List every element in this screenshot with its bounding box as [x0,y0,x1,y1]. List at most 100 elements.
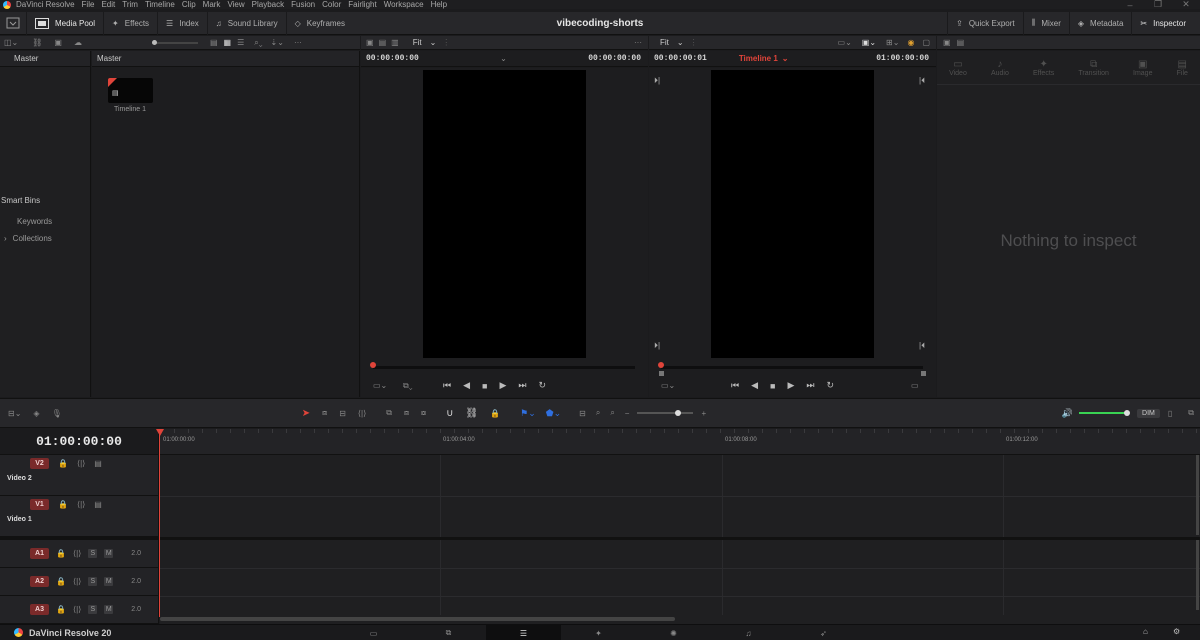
track-visibility-icon[interactable]: ▤ [94,459,102,468]
mute-button[interactable]: M [104,549,114,558]
menu-fairlight[interactable]: Fairlight [348,0,376,9]
playhead-head[interactable] [156,429,164,436]
timeline-playhead-marker[interactable] [658,362,664,368]
zoom-full-icon[interactable]: ⊟ [579,409,586,418]
skip-to-start-icon[interactable]: ⏮ [731,380,739,391]
menu-file[interactable]: File [82,0,95,9]
tab-file[interactable]: ▤ File [1177,59,1188,77]
track-header-v2[interactable]: V2 🔒 ⟨|⟩ ▤ Video 2 [0,455,158,496]
go-to-last-frame-icon[interactable]: |⏴ [919,76,925,86]
go-to-last-frame-bottom-icon[interactable]: |⏴ [919,341,925,351]
transform-icon[interactable]: ⊞⌄ [886,38,899,47]
position-lock-icon[interactable]: 🔒 [490,409,500,418]
menu-color[interactable]: Color [322,0,341,9]
index-button[interactable]: ☰ Index [158,11,208,35]
home-icon[interactable]: ⌂ [1143,627,1148,636]
film-strip-icon[interactable]: ▤ [957,38,965,47]
sort-icon[interactable]: ⇣⌄ [271,38,284,47]
inspector-button[interactable]: ✂ Inspector [1132,12,1200,35]
smart-bin-keywords[interactable]: Keywords [17,217,52,226]
solo-button[interactable]: S [88,577,98,586]
track-badge-v1[interactable]: V1 [30,499,49,510]
track-visibility-icon[interactable]: ▤ [94,500,102,509]
page-edit[interactable]: ☰ [486,625,561,640]
menu-help[interactable]: Help [431,0,447,9]
view-mode-icon[interactable]: ▭⌄ [661,381,675,390]
volume-slider-knob[interactable] [1124,410,1131,416]
zoom-detail-icon[interactable]: ⌕ [596,408,600,418]
timeline-zoom-dropdown[interactable]: Fit ⌄ [660,38,684,47]
metadata-button[interactable]: ◈ Metadata [1070,11,1133,35]
image-view-icon[interactable]: ▣ [366,38,374,47]
lock-icon[interactable]: 🔒 [58,459,68,468]
menu-playback[interactable]: Playback [252,0,284,9]
dim-button[interactable]: DIM [1137,408,1160,418]
skip-to-end-icon[interactable]: ⏭ [806,380,814,391]
zoom-custom-icon[interactable]: ⌕ [610,408,614,418]
auto-select-icon[interactable]: ⟨|⟩ [77,500,85,509]
track-badge-a1[interactable]: A1 [30,548,49,559]
source-playhead[interactable] [370,362,376,368]
cloud-icon[interactable]: ☁ [74,38,82,47]
stop-icon[interactable]: ■ [770,381,775,391]
safe-area-icon[interactable]: ▢ [922,38,930,47]
screen-icon[interactable]: ▭⌄ [838,38,852,47]
page-cut[interactable]: ⧉ [411,625,486,640]
chevron-down-icon[interactable]: ⌄ [419,54,588,63]
lock-icon[interactable]: 🔒 [56,605,66,614]
media-pool-button[interactable]: Media Pool [27,11,105,35]
linked-selection-icon[interactable]: ⛓ [465,408,478,419]
go-to-first-frame-bottom-icon[interactable]: ⏵| [654,341,660,351]
source-scrubber[interactable] [373,366,635,369]
stop-icon[interactable]: ■ [482,381,487,391]
auto-select-icon[interactable]: ⟨|⟩ [73,549,81,558]
effects-overlay-icon[interactable]: ◉ [907,38,914,47]
source-video-frame[interactable] [423,70,586,358]
slider-knob[interactable] [151,39,157,45]
image-view-icon[interactable]: ▣ [943,38,951,47]
tab-audio[interactable]: ♪ Audio [991,59,1009,77]
timeline-video-frame[interactable] [711,70,874,358]
snapping-icon[interactable]: ∪ [446,408,453,419]
timeline-ruler[interactable]: 01:00:00:00 01:00:04:00 01:00:08:00 01:0… [160,429,1200,455]
menu-mark[interactable]: Mark [203,0,221,9]
menu-clip[interactable]: Clip [182,0,196,9]
track-header-a3[interactable]: A3 🔒 ⟨|⟩ S M 2.0 [0,596,158,624]
mute-button[interactable]: M [104,605,114,614]
menu-timeline[interactable]: Timeline [145,0,175,9]
view-options-icon[interactable]: ▣⌄ [862,38,876,47]
overwrite-clip-icon[interactable]: ⧈ [404,408,409,418]
page-color[interactable]: ✺ [636,625,711,640]
meter-icon[interactable]: ▯ [1168,409,1172,418]
insert-clip-icon[interactable]: ⧉ [386,408,392,418]
zoom-out-icon[interactable]: − [625,409,630,418]
source-zoom-dropdown[interactable]: Fit ⌄ [413,38,437,47]
video-vertical-scrollbar[interactable] [1196,455,1199,535]
insert-icon[interactable]: ⧉⌄ [403,381,413,391]
lock-icon[interactable]: 🔒 [58,500,68,509]
list-view-icon[interactable]: ☰ [237,38,244,47]
track-header-a2[interactable]: A2 🔒 ⟨|⟩ S M 2.0 [0,568,158,596]
keyframes-button[interactable]: ◇ Keyframes [287,12,353,35]
solo-button[interactable]: S [88,605,98,614]
track-header-a1[interactable]: A1 🔒 ⟨|⟩ S M 2.0 [0,540,158,568]
close-icon[interactable]: ✕ [1172,0,1200,10]
view-toggle-icon[interactable]: ◈ [33,409,39,418]
loop-icon[interactable]: ↻ [539,380,547,391]
timeline-area[interactable]: 01:00:00:00 01:00:04:00 01:00:08:00 01:0… [156,429,1200,624]
view-mode-icon[interactable]: ▭⌄ [373,381,387,390]
play-reverse-icon[interactable]: ◀ [463,380,470,391]
trim-tool-icon[interactable]: ⧈ [322,408,327,418]
microphone-icon[interactable]: 🎙 [52,409,62,418]
sidebar-toggle-icon[interactable]: ◫⌄ [4,38,18,47]
out-point-handle[interactable] [921,371,926,376]
mixer-toggle-icon[interactable]: ⧉ [1188,408,1194,418]
play-icon[interactable]: ▶ [499,380,506,391]
tab-video[interactable]: ▭ Video [949,59,967,77]
thumbnail-size-slider[interactable] [151,39,198,45]
link-icon[interactable]: ⛓ [32,38,42,47]
skip-to-start-icon[interactable]: ⏮ [443,380,451,391]
audio-vertical-scrollbar[interactable] [1196,540,1199,610]
zoom-in-icon[interactable]: + [701,409,706,418]
minimize-icon[interactable]: – [1116,0,1144,10]
